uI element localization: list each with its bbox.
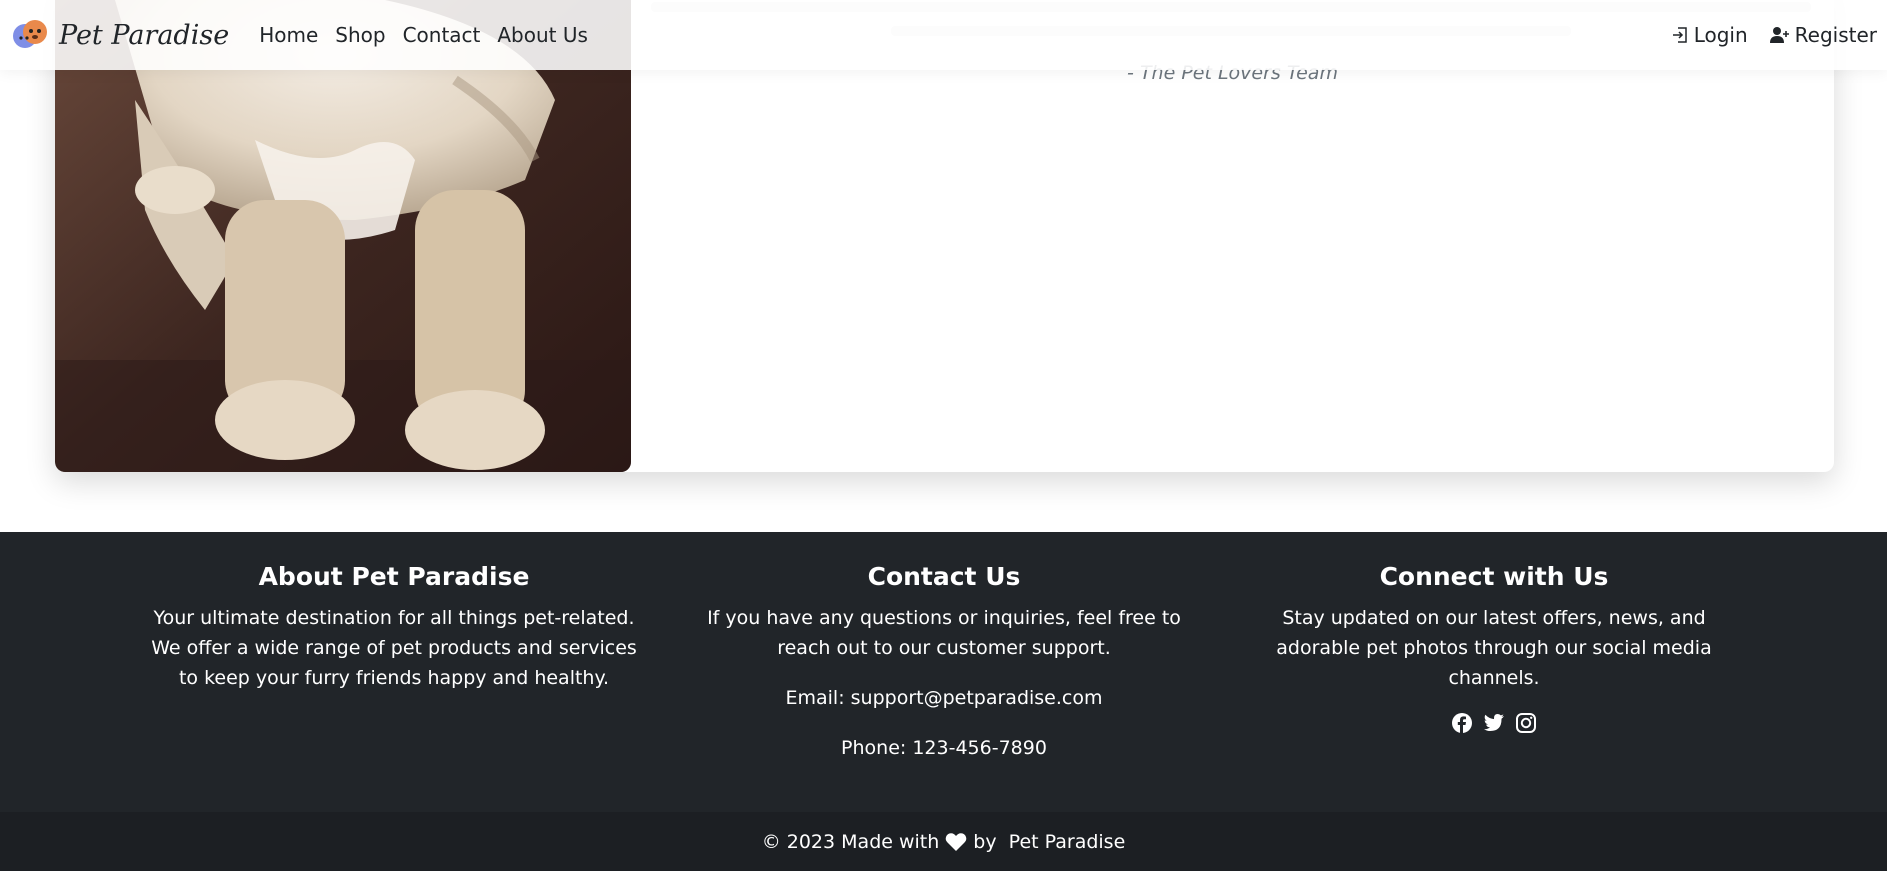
login-icon <box>1672 27 1687 43</box>
nav-contact[interactable]: Contact <box>403 23 481 47</box>
navbar: Pet Paradise Home Shop Contact About Us … <box>0 0 1887 70</box>
footer: About Pet Paradise Your ultimate destina… <box>0 532 1887 812</box>
footer-about: About Pet Paradise Your ultimate destina… <box>139 562 649 693</box>
instagram-icon[interactable] <box>1514 711 1538 735</box>
footer-contact-title: Contact Us <box>867 562 1021 591</box>
nav-home[interactable]: Home <box>259 23 318 47</box>
pet-photo <box>55 0 631 472</box>
heart-icon <box>945 832 967 852</box>
add-user-icon <box>1769 27 1789 43</box>
nav-auth: Login Register <box>1649 0 1877 70</box>
brand[interactable]: Pet Paradise <box>11 16 229 54</box>
about-card: - The Pet Lovers Team <box>55 0 1834 472</box>
login-label: Login <box>1693 23 1748 47</box>
footer-connect: Connect with Us Stay updated on our late… <box>1239 562 1749 735</box>
footer-connect-text: Stay updated on our latest offers, news,… <box>1276 607 1712 689</box>
social-links <box>1239 711 1749 735</box>
copyright-bar: © 2023 Made with by Pet Paradise <box>0 812 1887 871</box>
footer-about-title: About Pet Paradise <box>258 562 530 591</box>
login-link[interactable]: Login <box>1671 23 1748 47</box>
footer-about-text: Your ultimate destination for all things… <box>151 607 637 689</box>
nav-links: Home Shop Contact About Us <box>259 23 605 47</box>
nav-about-us[interactable]: About Us <box>497 23 588 47</box>
footer-connect-title: Connect with Us <box>1379 562 1609 591</box>
footer-phone[interactable]: Phone: 123-456-7890 <box>689 733 1199 763</box>
copyright-suffix: by Pet Paradise <box>973 830 1126 853</box>
register-label: Register <box>1794 23 1877 47</box>
brand-name: Pet Paradise <box>59 19 230 51</box>
footer-contact: Contact Us If you have any questions or … <box>689 562 1199 763</box>
footer-email[interactable]: Email: support@petparadise.com <box>689 683 1199 713</box>
pet-logo-icon <box>13 20 47 48</box>
twitter-icon[interactable] <box>1482 711 1506 735</box>
copyright-prefix: © 2023 Made with <box>761 830 940 853</box>
facebook-icon[interactable] <box>1450 711 1474 735</box>
nav-shop[interactable]: Shop <box>335 23 385 47</box>
footer-contact-text: If you have any questions or inquiries, … <box>707 607 1181 659</box>
register-link[interactable]: Register <box>1769 23 1877 47</box>
